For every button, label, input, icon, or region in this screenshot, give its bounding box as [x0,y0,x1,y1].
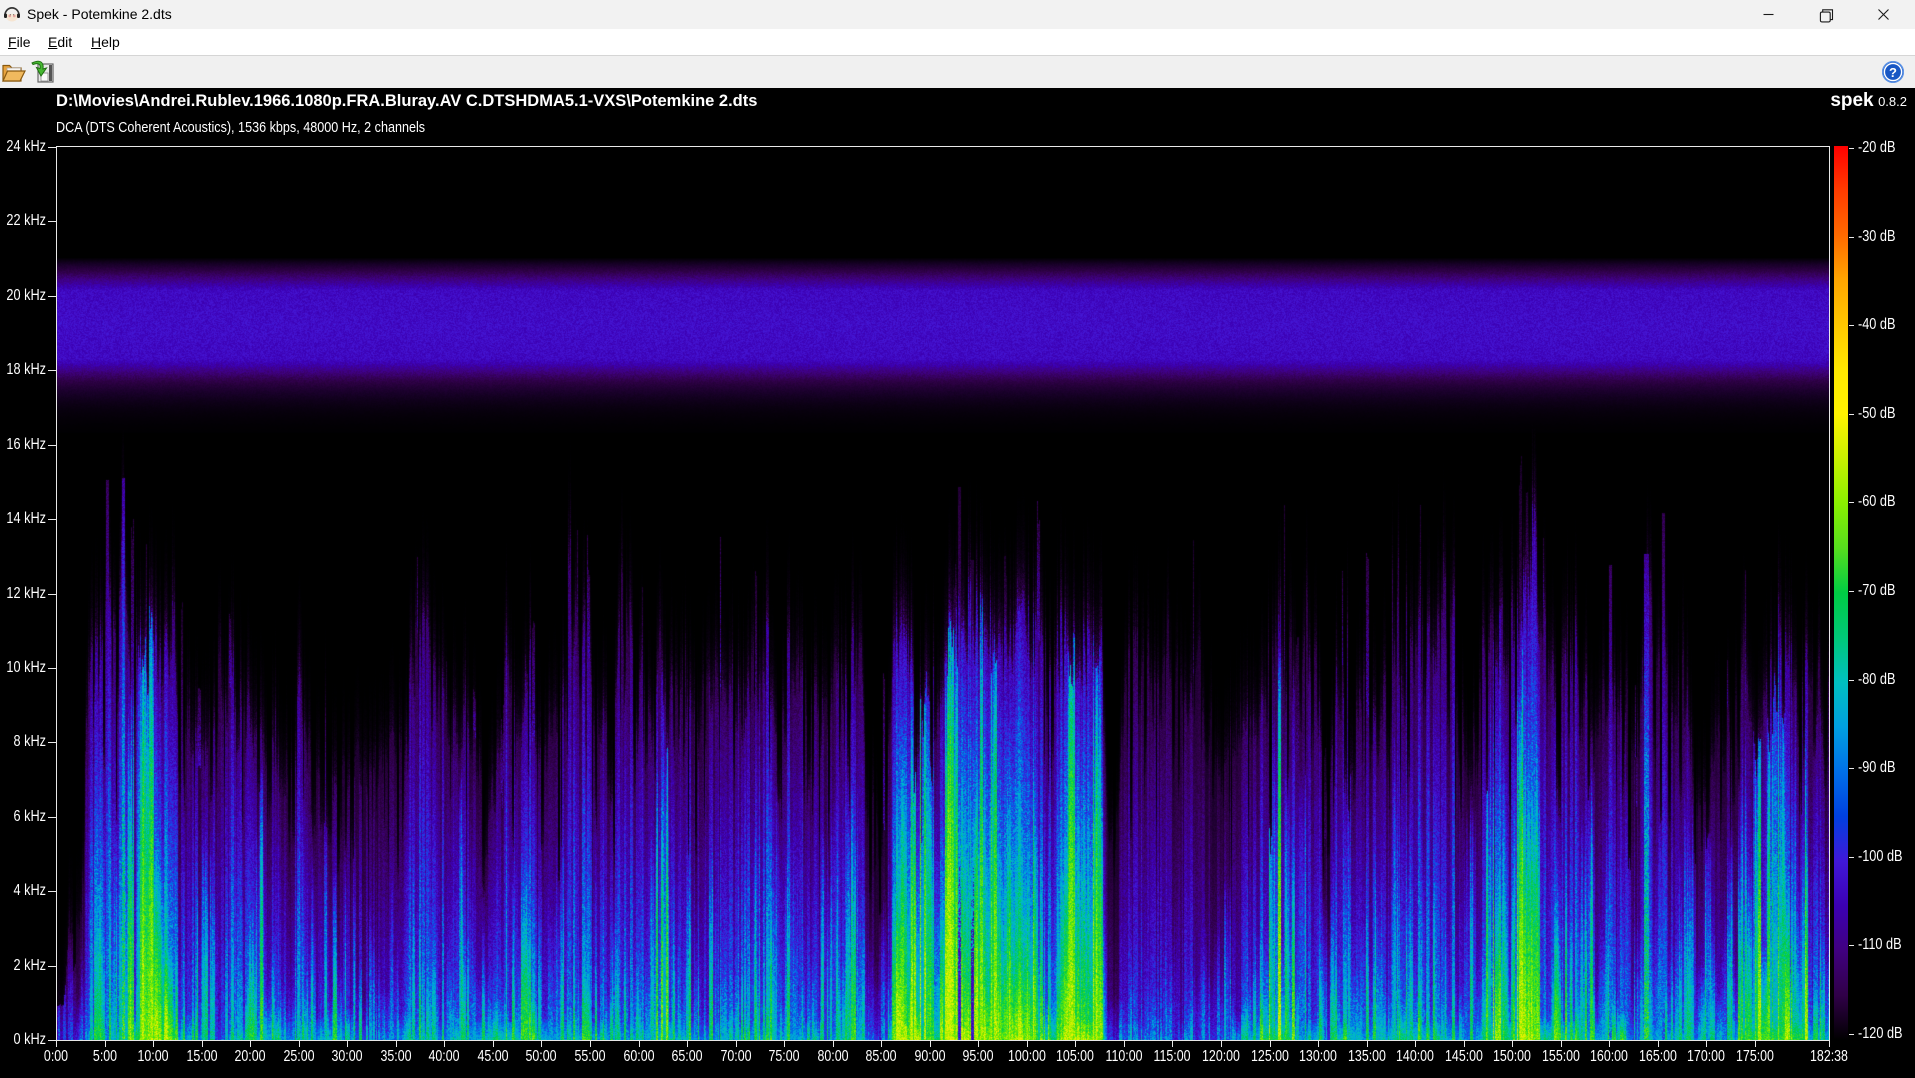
svg-text:?: ? [1889,65,1897,80]
